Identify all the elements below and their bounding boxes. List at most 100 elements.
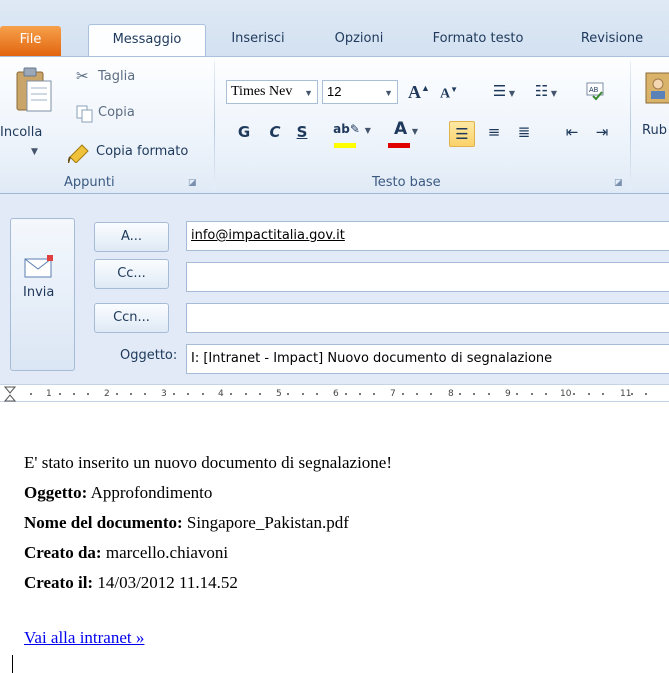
to-recipient[interactable]: info@impactitalia.gov.it	[191, 228, 345, 243]
italic-button[interactable]: C	[265, 123, 285, 141]
ruler-tick	[230, 393, 233, 395]
align-right-button[interactable]: ≣	[512, 123, 536, 141]
ruler-mark: 7	[390, 389, 396, 399]
tab-message[interactable]: Messaggio	[88, 24, 206, 56]
address-book-icon	[645, 72, 669, 104]
cut-button[interactable]: ✂ Taglia	[76, 67, 166, 89]
ruler-tick	[516, 393, 519, 395]
ruler-tick	[487, 393, 490, 395]
increase-indent-button[interactable]: ⇥	[590, 123, 614, 141]
font-size-select[interactable]: 12 ▼	[322, 80, 398, 104]
to-button[interactable]: A...	[94, 222, 169, 252]
font-color-button[interactable]: A ▼	[386, 119, 426, 148]
format-painter-icon	[68, 144, 89, 163]
ruler-tick	[30, 393, 32, 395]
intranet-link[interactable]: Vai alla intranet »	[24, 628, 144, 647]
ruler-tick	[344, 393, 347, 395]
basic-text-group-label: Testo base	[372, 175, 441, 190]
highlighter-icon: ab✎	[333, 122, 360, 136]
cc-button[interactable]: Cc...	[94, 259, 169, 289]
ruler-tick	[530, 393, 533, 395]
ruler-tick	[459, 393, 461, 395]
body-docname-line: Nome del documento: Singapore_Pakistan.p…	[24, 513, 349, 533]
copy-button[interactable]: Copia	[76, 103, 166, 125]
body-author-label: Creato da:	[24, 543, 102, 562]
bullets-button[interactable]: ☰ ▼	[486, 82, 522, 100]
body-subject-line: Oggetto: Approfondimento	[24, 483, 212, 503]
subject-field[interactable]: I: [Intranet - Impact] Nuovo documento d…	[186, 344, 669, 374]
clipboard-launcher-icon[interactable]: ◪	[188, 178, 197, 188]
highlight-color-button[interactable]: ab✎ ▼	[330, 119, 374, 148]
ruler-tick	[58, 393, 61, 395]
decrease-indent-button[interactable]: ⇤	[560, 123, 584, 141]
ruler-tick	[287, 393, 290, 395]
ruler-tick	[373, 393, 376, 395]
body-author-value: marcello.chiavoni	[105, 543, 229, 562]
ruler-tick	[144, 393, 147, 395]
body-intro: E' stato inserito un nuovo documento di …	[24, 453, 393, 472]
font-color-icon: A	[393, 119, 408, 139]
ruler-mark: 9	[505, 389, 511, 399]
font-name-select[interactable]: Times Nev ▼	[226, 80, 318, 104]
intranet-link-line: Vai alla intranet »	[24, 628, 144, 648]
body-subject-value: Approfondimento	[90, 483, 213, 502]
bcc-button[interactable]: Ccn...	[94, 303, 169, 333]
ruler-tick	[401, 393, 404, 395]
underline-button[interactable]: S	[292, 123, 312, 141]
to-field[interactable]: info@impactitalia.gov.it	[186, 221, 669, 251]
align-center-button[interactable]: ≡	[482, 123, 506, 141]
tab-insert[interactable]: Inserisci	[222, 24, 294, 56]
basic-text-launcher-icon[interactable]: ◪	[614, 178, 623, 188]
clipboard-group-label: Appunti	[64, 175, 115, 190]
body-subject-label: Oggetto:	[24, 483, 88, 502]
cc-field[interactable]	[186, 262, 669, 292]
ruler-mark: 10	[560, 389, 572, 399]
tab-options[interactable]: Opzioni	[321, 24, 397, 56]
ruler-tick	[244, 393, 247, 395]
bcc-field[interactable]	[186, 303, 669, 333]
text-cursor	[12, 655, 13, 673]
bold-button[interactable]: G	[234, 123, 254, 141]
tab-file[interactable]: File	[0, 26, 61, 56]
body-created-value: 14/03/2012 11.14.52	[97, 573, 238, 592]
format-painter-button[interactable]: Copia formato	[68, 141, 208, 165]
ruler-tick	[473, 393, 476, 395]
send-envelope-icon	[24, 255, 53, 278]
ruler-tick	[301, 393, 304, 395]
ruler-mark: 2	[104, 389, 110, 399]
paste-dropdown-icon: ▼	[31, 147, 38, 157]
bulleted-list-icon: ☰	[492, 82, 507, 100]
align-left-button[interactable]: ☰	[449, 121, 475, 147]
address-book-button[interactable]: Rub	[638, 65, 669, 165]
grow-font-button[interactable]: A▲	[407, 82, 431, 103]
ruler-tick	[358, 393, 361, 395]
increase-indent-icon: ⇥	[595, 123, 609, 141]
ruler-tick	[416, 393, 419, 395]
ruler-tick	[573, 393, 576, 395]
styles-button[interactable]: AB	[582, 81, 610, 105]
body-docname-label: Nome del documento:	[24, 513, 183, 532]
body-docname-value: Singapore_Pakistan.pdf	[186, 513, 349, 532]
ruler-tick	[115, 393, 118, 395]
scissors-icon: ✂	[76, 67, 89, 85]
ruler-tick	[602, 393, 604, 395]
ruler-mark: 8	[448, 389, 454, 399]
send-button[interactable]: Invia	[10, 218, 75, 371]
ruler-tick	[87, 393, 90, 395]
cut-label: Taglia	[98, 69, 136, 84]
numbering-button[interactable]: ☷ ▼	[528, 82, 564, 100]
svg-text:AB: AB	[589, 87, 599, 94]
font-name-value: Times Nev	[231, 84, 293, 99]
shrink-font-button[interactable]: A▼	[437, 85, 461, 103]
ruler-mark: 1	[46, 389, 52, 399]
paste-button[interactable]: Incolla ▼	[0, 59, 66, 167]
ribbon: Incolla ▼ ✂ Taglia Copia Copia formato A…	[0, 56, 669, 194]
tab-review[interactable]: Revisione	[562, 24, 662, 56]
tab-format-text[interactable]: Formato testo	[414, 24, 542, 56]
format-painter-label: Copia formato	[96, 144, 189, 159]
address-book-label: Rub	[642, 123, 667, 138]
ruler-mark: 4	[218, 389, 224, 399]
ruler-tick	[258, 393, 261, 395]
ruler-tick	[644, 393, 647, 395]
indent-marker-icon[interactable]	[4, 386, 16, 402]
